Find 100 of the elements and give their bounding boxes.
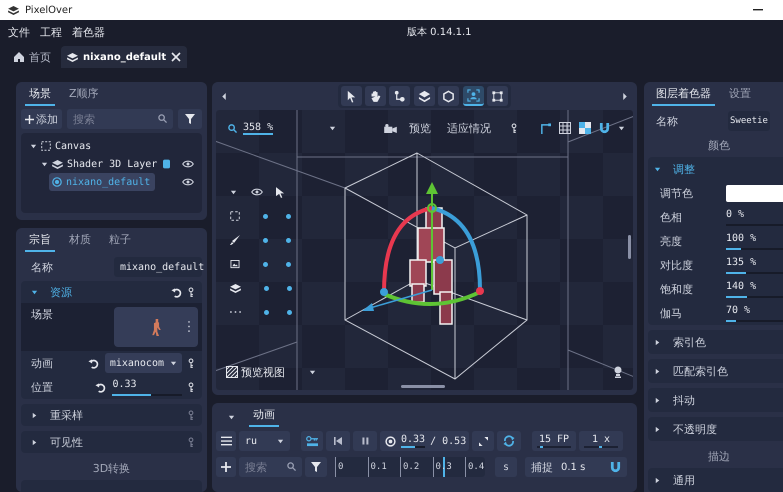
axes-icon[interactable] — [540, 122, 551, 134]
panel-tab[interactable]: 材质 — [65, 232, 95, 252]
visibility-dot[interactable] — [264, 310, 269, 314]
selectable-dot[interactable] — [286, 262, 291, 266]
caret-icon[interactable] — [30, 142, 37, 150]
grid-icon[interactable] — [559, 122, 571, 134]
panel-tab[interactable]: 粒子 — [105, 232, 135, 252]
add-button[interactable] — [216, 457, 236, 477]
shape-tool-button[interactable] — [438, 86, 459, 106]
menu-item[interactable]: 工程 — [40, 24, 62, 40]
lamp-icon[interactable] — [613, 366, 623, 378]
speed-field[interactable]: 1 x — [579, 431, 623, 451]
skip-start-button[interactable] — [326, 431, 350, 451]
scene-thumbnail[interactable] — [114, 307, 198, 347]
value-slider[interactable]: 135 % — [726, 256, 783, 274]
scrollbar-thumb[interactable] — [628, 235, 631, 259]
fit-label[interactable]: 适应情况 — [447, 120, 492, 136]
search-field[interactable]: 搜索 — [239, 457, 302, 477]
animation-dropdown[interactable]: mixanocom — [104, 353, 182, 373]
filter-button[interactable] — [305, 457, 327, 477]
panel-tab[interactable]: Z顺序 — [65, 86, 103, 106]
eye-icon[interactable] — [182, 160, 194, 168]
key-icon[interactable] — [188, 358, 194, 368]
caret-icon[interactable] — [41, 160, 48, 168]
key-icon[interactable] — [511, 122, 518, 134]
caret-icon[interactable] — [228, 414, 235, 421]
eye-icon[interactable] — [182, 178, 194, 186]
section-header[interactable]: 通用 — [654, 472, 695, 488]
preview-label[interactable]: 预览 — [409, 120, 432, 136]
track-dropdown[interactable]: ru — [239, 431, 290, 451]
value-slider[interactable]: 0 % — [726, 208, 783, 226]
value-slider[interactable]: 100 % — [726, 232, 783, 250]
caret-icon[interactable] — [309, 368, 316, 376]
zoom-field[interactable]: 358 % — [226, 122, 276, 134]
tree-item[interactable]: nixano_default — [49, 173, 156, 191]
menu-item[interactable]: 着色器 — [72, 24, 105, 40]
name-field[interactable]: mixano_default — [114, 257, 202, 277]
section-header[interactable]: 索引色 — [654, 334, 706, 350]
selectable-dot[interactable] — [286, 238, 291, 242]
camera-tool-button[interactable] — [463, 86, 484, 106]
panel-tab[interactable]: 场景 — [25, 86, 55, 106]
section-header[interactable]: 调整 — [654, 162, 695, 176]
select-tool-button[interactable] — [341, 86, 362, 106]
bone-tool-button[interactable] — [389, 86, 410, 106]
key-icon[interactable] — [188, 382, 194, 392]
section-header[interactable]: 抖动 — [654, 392, 695, 408]
time-field[interactable]: 0.33 / 0.53 — [380, 431, 469, 451]
minimize-icon[interactable] — [753, 9, 763, 11]
value-slider[interactable]: 70 % — [726, 304, 783, 322]
magnet-icon[interactable] — [599, 122, 610, 134]
color-swatch[interactable] — [726, 184, 783, 202]
panel-tab[interactable]: 动画 — [249, 407, 279, 427]
camera-icon[interactable] — [384, 124, 398, 132]
panel-tab[interactable]: 设置 — [725, 86, 755, 106]
checkerboard-icon[interactable] — [579, 122, 591, 134]
section-header[interactable]: 资源 — [31, 284, 72, 300]
filter-button[interactable] — [178, 109, 202, 129]
crop-tool-button[interactable] — [487, 86, 508, 106]
key-icon[interactable] — [188, 286, 194, 298]
loop-button[interactable] — [497, 431, 521, 451]
reset-icon[interactable] — [171, 286, 182, 298]
reset-icon[interactable] — [88, 358, 99, 368]
viewport-canvas[interactable]: 358 % 预览 适应情况 预览视图 — [216, 110, 633, 390]
selectable-dot[interactable] — [287, 286, 292, 290]
document-tab[interactable]: 首页 — [8, 46, 57, 68]
close-icon[interactable] — [171, 52, 182, 62]
pan-tool-button[interactable] — [365, 86, 386, 106]
keyframe-record-button[interactable] — [301, 431, 323, 451]
scrollbar-thumb[interactable] — [401, 385, 445, 388]
collapse-left-icon[interactable] — [222, 92, 226, 100]
position-slider[interactable]: 0.33 — [112, 378, 182, 396]
snap-field[interactable]: 捕捉 0.1 s — [525, 457, 627, 477]
section-header[interactable]: 重采样 — [31, 408, 83, 422]
expand-button[interactable] — [472, 431, 494, 451]
time-unit-button[interactable]: s — [495, 457, 517, 477]
layers-tool-button[interactable] — [414, 86, 435, 106]
visibility-dot[interactable] — [263, 214, 268, 218]
caret-icon[interactable] — [618, 124, 625, 132]
visibility-dot[interactable] — [263, 238, 268, 242]
magnet-icon[interactable] — [610, 462, 621, 472]
search-field[interactable]: 搜索 — [67, 109, 173, 129]
collapse-right-icon[interactable] — [623, 92, 627, 100]
panel-tab[interactable]: 图层着色器 — [652, 86, 715, 106]
tree-item[interactable]: Shader 3D Layer — [38, 155, 162, 173]
section-header[interactable]: 可见性 — [31, 434, 83, 450]
document-tab[interactable]: nixano_default — [61, 46, 188, 68]
section-header[interactable]: 匹配索引色 — [654, 364, 728, 378]
menu-item[interactable]: 文件 — [8, 24, 30, 40]
menu-button[interactable] — [216, 431, 236, 451]
visibility-dot[interactable] — [263, 262, 268, 266]
add-button[interactable]: 添加 — [21, 109, 62, 129]
pause-button[interactable] — [353, 431, 377, 451]
section-header[interactable]: 不透明度 — [654, 422, 717, 436]
fps-field[interactable]: 15 FP — [532, 431, 576, 451]
selectable-dot[interactable] — [287, 310, 292, 314]
caret-icon[interactable] — [329, 124, 336, 132]
visibility-dot[interactable] — [264, 286, 269, 290]
value-slider[interactable]: 140 % — [726, 280, 783, 298]
tree-item[interactable]: Canvas — [27, 137, 96, 155]
name-field[interactable]: Sweetie — [728, 111, 770, 131]
